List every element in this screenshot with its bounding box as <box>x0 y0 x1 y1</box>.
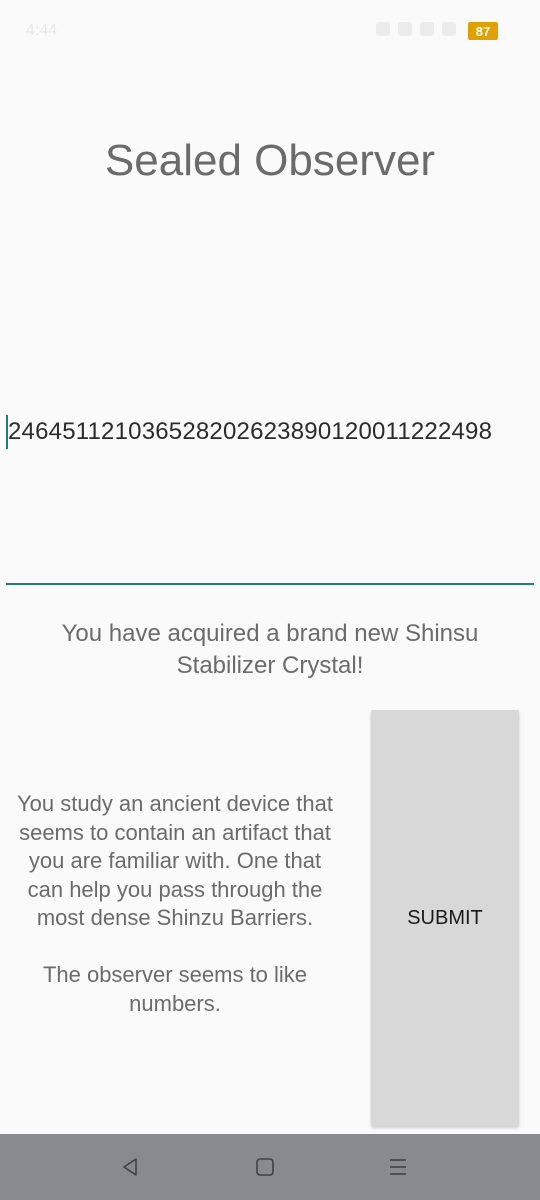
battery-indicator: 87 <box>468 22 498 40</box>
submit-button[interactable]: SUBMIT <box>371 710 519 1126</box>
notification-icon <box>376 22 390 36</box>
status-bar: 4:44 87 <box>0 0 540 62</box>
nav-back-button[interactable] <box>90 1134 170 1200</box>
system-nav-bar <box>0 1134 540 1200</box>
back-triangle-icon <box>123 1158 137 1176</box>
signal-icon <box>442 22 456 36</box>
status-time: 4:44 <box>26 22 58 39</box>
description-text: You study an ancient device that seems t… <box>10 790 340 1047</box>
app-screen: 4:44 87 Sealed Observer 2464511210365282… <box>0 0 540 1200</box>
nav-home-button[interactable] <box>225 1134 305 1200</box>
description-paragraph-1: You study an ancient device that seems t… <box>17 791 333 930</box>
home-square-icon <box>256 1158 274 1176</box>
code-input-value: 246451121036528202623890120011222498 <box>8 418 493 445</box>
nav-recents-button[interactable] <box>358 1134 438 1200</box>
code-input[interactable]: 246451121036528202623890120011222498 <box>6 415 534 585</box>
menu-lines-icon <box>390 1159 406 1175</box>
page-title: Sealed Observer <box>104 136 436 185</box>
status-icons <box>376 22 456 36</box>
alarm-icon <box>398 22 412 36</box>
wifi-icon <box>420 22 434 36</box>
result-message: You have acquired a brand new Shinsu Sta… <box>61 620 479 679</box>
description-paragraph-2: The observer seems to like numbers. <box>42 962 308 1016</box>
